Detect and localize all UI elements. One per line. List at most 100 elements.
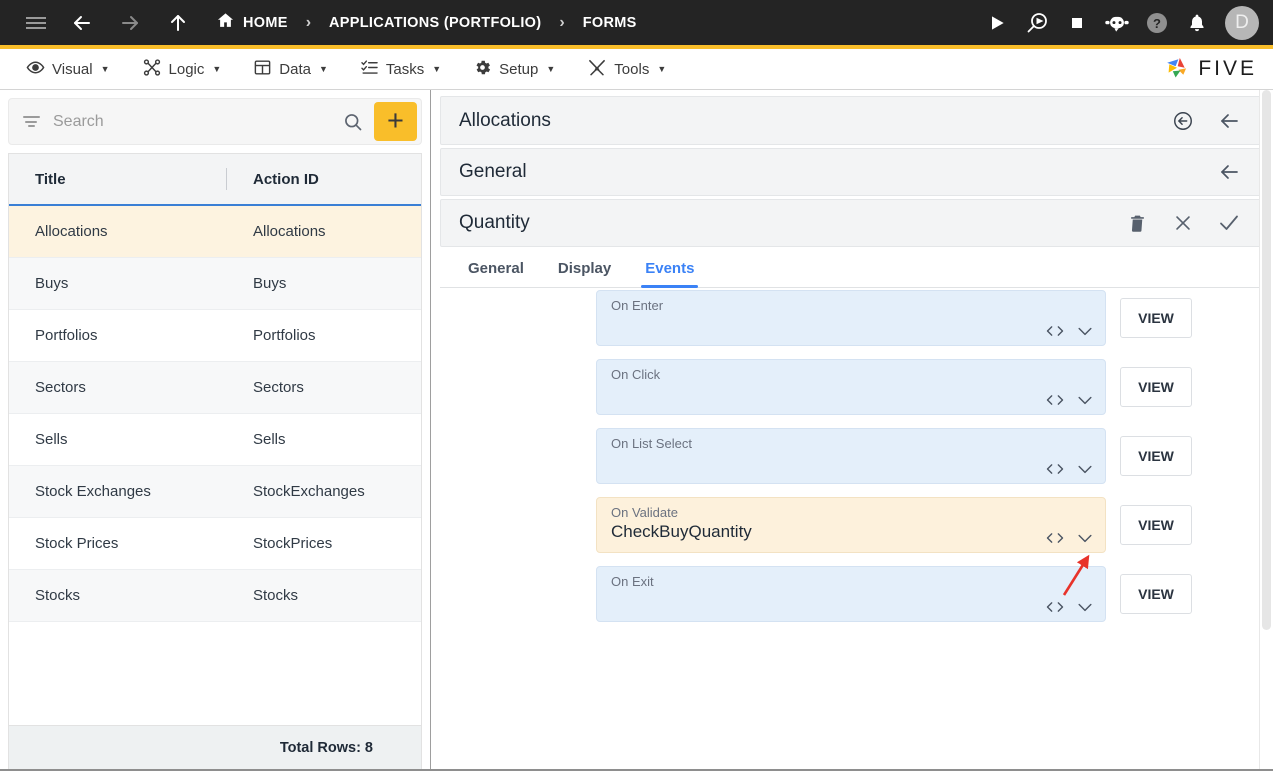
chevron-down-icon[interactable] — [1075, 324, 1095, 338]
cell-title: Stock Exchanges — [35, 483, 151, 500]
chevron-down-icon: ▼ — [100, 64, 110, 74]
close-icon[interactable] — [1160, 200, 1206, 246]
up-icon[interactable] — [154, 0, 202, 45]
event-row-on-enter: On Enter VIEW — [432, 290, 1273, 346]
forward-icon[interactable] — [106, 0, 154, 45]
breadcrumb-item-home[interactable]: HOME — [216, 11, 288, 35]
table-row[interactable]: Sells Sells — [9, 414, 421, 466]
chevron-down-icon: ▼ — [657, 64, 667, 74]
breadcrumb-separator: › — [559, 13, 565, 31]
vertical-scrollbar[interactable] — [1259, 90, 1273, 771]
help-icon[interactable]: ? — [1137, 0, 1177, 45]
back-circle-icon[interactable] — [1160, 98, 1206, 144]
notifications-icon[interactable] — [1177, 0, 1217, 45]
cell-action-id: Sells — [253, 431, 286, 448]
delete-icon[interactable] — [1114, 200, 1160, 246]
filter-icon[interactable] — [9, 114, 53, 130]
event-row-on-list-select: On List Select VIEW — [432, 428, 1273, 484]
debug-icon[interactable] — [1017, 0, 1057, 45]
table-row[interactable]: Sectors Sectors — [9, 362, 421, 414]
panel-header-allocations: Allocations — [440, 96, 1265, 145]
collapse-icon[interactable] — [1206, 149, 1252, 195]
tab-general[interactable]: General — [454, 260, 538, 287]
cell-action-id: Allocations — [253, 223, 326, 240]
menu-label-tasks: Tasks — [385, 60, 425, 78]
menu-label-logic: Logic — [168, 60, 205, 78]
code-icon[interactable] — [1045, 462, 1065, 476]
column-header-title[interactable]: Title — [9, 171, 227, 188]
code-icon[interactable] — [1045, 393, 1065, 407]
table-row[interactable]: Stocks Stocks — [9, 570, 421, 622]
view-button-on-list-select[interactable]: VIEW — [1120, 436, 1192, 476]
event-field-on-exit[interactable]: On Exit — [596, 566, 1106, 622]
confirm-icon[interactable] — [1206, 200, 1252, 246]
table-row[interactable]: Portfolios Portfolios — [9, 310, 421, 362]
cell-title: Sectors — [35, 379, 86, 396]
chevron-down-icon[interactable] — [1075, 462, 1095, 476]
table-row[interactable]: Buys Buys — [9, 258, 421, 310]
event-label: On Validate — [611, 505, 678, 520]
view-button-on-exit[interactable]: VIEW — [1120, 574, 1192, 614]
breadcrumb-item-forms[interactable]: FORMS — [583, 15, 637, 31]
hamburger-icon[interactable] — [14, 0, 58, 45]
avatar[interactable]: D — [1225, 5, 1259, 40]
cell-title: Portfolios — [35, 327, 98, 344]
menu-item-visual[interactable]: Visual ▼ — [10, 49, 126, 90]
event-field-on-list-select[interactable]: On List Select — [596, 428, 1106, 484]
chevron-down-icon[interactable] — [1075, 393, 1095, 407]
forms-list-panel: + Title Action ID Allocations Allocation… — [0, 90, 431, 771]
cell-title: Stocks — [35, 587, 81, 604]
event-icons — [1045, 462, 1095, 476]
detail-tabs: General Display Events — [440, 247, 1265, 288]
view-button-on-enter[interactable]: VIEW — [1120, 298, 1192, 338]
code-icon[interactable] — [1045, 324, 1065, 338]
tab-events[interactable]: Events — [631, 260, 708, 288]
panel-header-general: General — [440, 148, 1265, 196]
panel-actions — [1206, 149, 1264, 195]
cell-action-id: Sectors — [253, 379, 304, 396]
panel-actions — [1160, 98, 1264, 144]
event-field-on-click[interactable]: On Click — [596, 359, 1106, 415]
event-icons — [1045, 600, 1095, 614]
search-input[interactable] — [53, 112, 332, 131]
event-row-on-click: On Click VIEW — [432, 359, 1273, 415]
code-icon[interactable] — [1045, 600, 1065, 614]
event-label: On Click — [611, 367, 661, 382]
column-header-action-id[interactable]: Action ID — [227, 171, 421, 188]
add-button[interactable]: + — [374, 102, 417, 141]
table-row[interactable]: Allocations Allocations — [9, 206, 421, 258]
search-icon[interactable] — [332, 112, 374, 132]
chevron-down-icon[interactable] — [1075, 531, 1095, 545]
table-row[interactable]: Stock Exchanges StockExchanges — [9, 466, 421, 518]
panel-actions — [1114, 200, 1264, 246]
chevron-down-icon: ▼ — [212, 64, 222, 74]
event-field-on-enter[interactable]: On Enter — [596, 290, 1106, 346]
event-icons — [1045, 324, 1095, 338]
code-icon[interactable] — [1045, 531, 1065, 545]
panel-header-quantity: Quantity — [440, 199, 1265, 247]
event-row-on-validate: On Validate CheckBuyQuantity VIEW — [432, 497, 1273, 553]
menu-item-tasks[interactable]: Tasks ▼ — [344, 49, 457, 90]
back-icon[interactable] — [58, 0, 106, 45]
run-icon[interactable] — [977, 0, 1017, 45]
tab-display[interactable]: Display — [544, 260, 625, 287]
menu-item-logic[interactable]: Logic ▼ — [126, 49, 238, 90]
breadcrumb-item-applications[interactable]: APPLICATIONS (PORTFOLIO) — [329, 15, 541, 31]
breadcrumb-separator: › — [305, 13, 312, 31]
svg-text:?: ? — [1153, 16, 1161, 31]
menu-item-data[interactable]: Data ▼ — [237, 49, 344, 90]
menu-item-tools[interactable]: Tools ▼ — [571, 49, 682, 90]
stop-icon[interactable] — [1057, 0, 1097, 45]
chevron-down-icon[interactable] — [1075, 600, 1095, 614]
collapse-icon[interactable] — [1206, 98, 1252, 144]
event-label: On Exit — [611, 574, 654, 589]
menu-item-setup[interactable]: Setup ▼ — [457, 49, 571, 90]
scrollbar-thumb[interactable] — [1262, 90, 1271, 630]
event-label: On List Select — [611, 436, 692, 451]
view-button-on-validate[interactable]: VIEW — [1120, 505, 1192, 545]
table-row[interactable]: Stock Prices StockPrices — [9, 518, 421, 570]
table-empty-space — [9, 622, 421, 722]
view-button-on-click[interactable]: VIEW — [1120, 367, 1192, 407]
chatbot-icon[interactable] — [1097, 0, 1137, 45]
event-field-on-validate[interactable]: On Validate CheckBuyQuantity — [596, 497, 1106, 553]
